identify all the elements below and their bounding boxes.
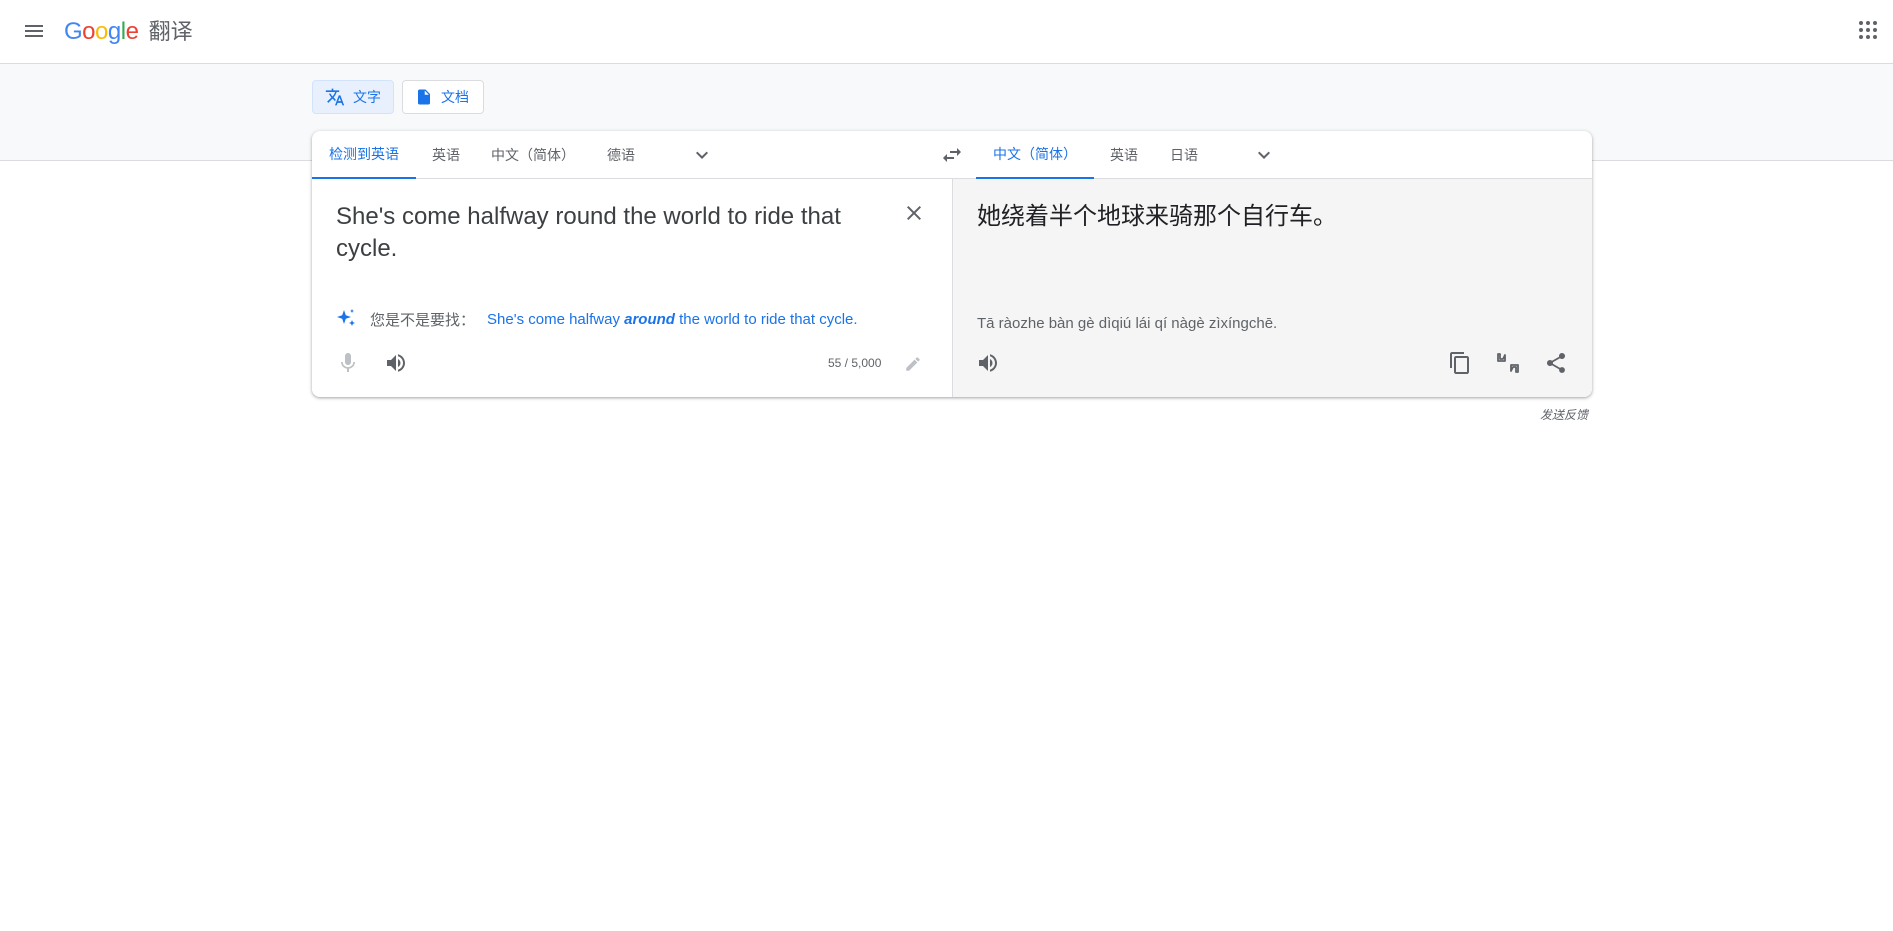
documents-mode-button[interactable]: 文档 (402, 80, 484, 114)
sparkle-icon (337, 309, 355, 326)
target-lang-tab-english[interactable]: 英语 (1094, 131, 1154, 179)
suggestion-text-before: She's come halfway (487, 310, 625, 328)
source-text-input[interactable]: She's come halfway round the world to ri… (336, 201, 896, 265)
source-lang-tab-german[interactable]: 德语 (590, 131, 652, 179)
did-you-mean-label: 您是不是要找： (370, 311, 476, 329)
transliteration-text: Tā ràozhe bàn gè dìqiú lái qí nàgè zìxín… (977, 315, 1278, 332)
source-lang-tab-detected[interactable]: 检测到英语 (312, 131, 416, 179)
language-selector-row: 检测到英语 英语 中文（简体） 德语 中文（简体） 英语 日语 (312, 131, 1592, 179)
logo-letter: g (107, 18, 121, 45)
logo-letter: G (64, 18, 83, 45)
logo-letter: o (95, 18, 108, 45)
document-icon (418, 89, 430, 105)
documents-mode-label: 文档 (441, 89, 469, 105)
apps-grid-icon[interactable] (1858, 20, 1878, 40)
clear-source-icon[interactable] (902, 201, 926, 225)
suggestion-text-after: the world to ride that cycle. (674, 310, 858, 328)
translate-icon (325, 88, 345, 106)
target-lang-tab-chinese[interactable]: 中文（简体） (976, 131, 1094, 179)
source-pane: She's come halfway round the world to ri… (312, 179, 952, 397)
google-translate-logo[interactable]: Google 翻译 (64, 16, 193, 48)
main-menu-icon[interactable] (22, 19, 46, 43)
listen-translation-speaker-icon[interactable] (976, 351, 1000, 375)
share-icon[interactable] (1544, 351, 1568, 375)
character-count: 55 / 5,000 (828, 356, 882, 370)
source-lang-tab-chinese[interactable]: 中文（简体） (476, 131, 590, 179)
translated-text: 她绕着半个地球来骑那个自行车。 (977, 203, 1337, 230)
listen-source-speaker-icon[interactable] (384, 351, 408, 375)
source-lang-tab-english[interactable]: 英语 (416, 131, 476, 179)
copy-translation-icon[interactable] (1448, 351, 1472, 375)
did-you-mean-row: 您是不是要找： She's come halfway around the wo… (334, 305, 858, 333)
suggestion-text-emphasis: around (624, 310, 675, 328)
rate-translation-icon[interactable] (1496, 351, 1520, 375)
logo-letter: e (125, 18, 139, 45)
target-pane: 她绕着半个地球来骑那个自行车。 Tā ràozhe bàn gè dìqiú l… (952, 179, 1592, 397)
text-mode-button[interactable]: 文字 (312, 80, 394, 114)
text-mode-label: 文字 (353, 89, 381, 105)
did-you-mean-suggestion-link[interactable]: She's come halfway around the world to r… (487, 311, 858, 328)
edit-pencil-icon[interactable] (904, 355, 922, 373)
target-lang-more-chevron-icon[interactable] (1252, 143, 1276, 167)
send-feedback-link[interactable]: 发送反馈 (1540, 406, 1588, 423)
target-lang-tab-japanese[interactable]: 日语 (1154, 131, 1214, 179)
translation-card: 检测到英语 英语 中文（简体） 德语 中文（简体） 英语 日语 She's co… (312, 131, 1592, 397)
microphone-icon[interactable] (336, 351, 360, 375)
product-name: 翻译 (148, 19, 193, 44)
top-header: Google 翻译 (0, 0, 1893, 64)
source-lang-more-chevron-icon[interactable] (690, 143, 714, 167)
logo-letter: o (82, 18, 96, 45)
swap-languages-icon[interactable] (940, 143, 964, 167)
